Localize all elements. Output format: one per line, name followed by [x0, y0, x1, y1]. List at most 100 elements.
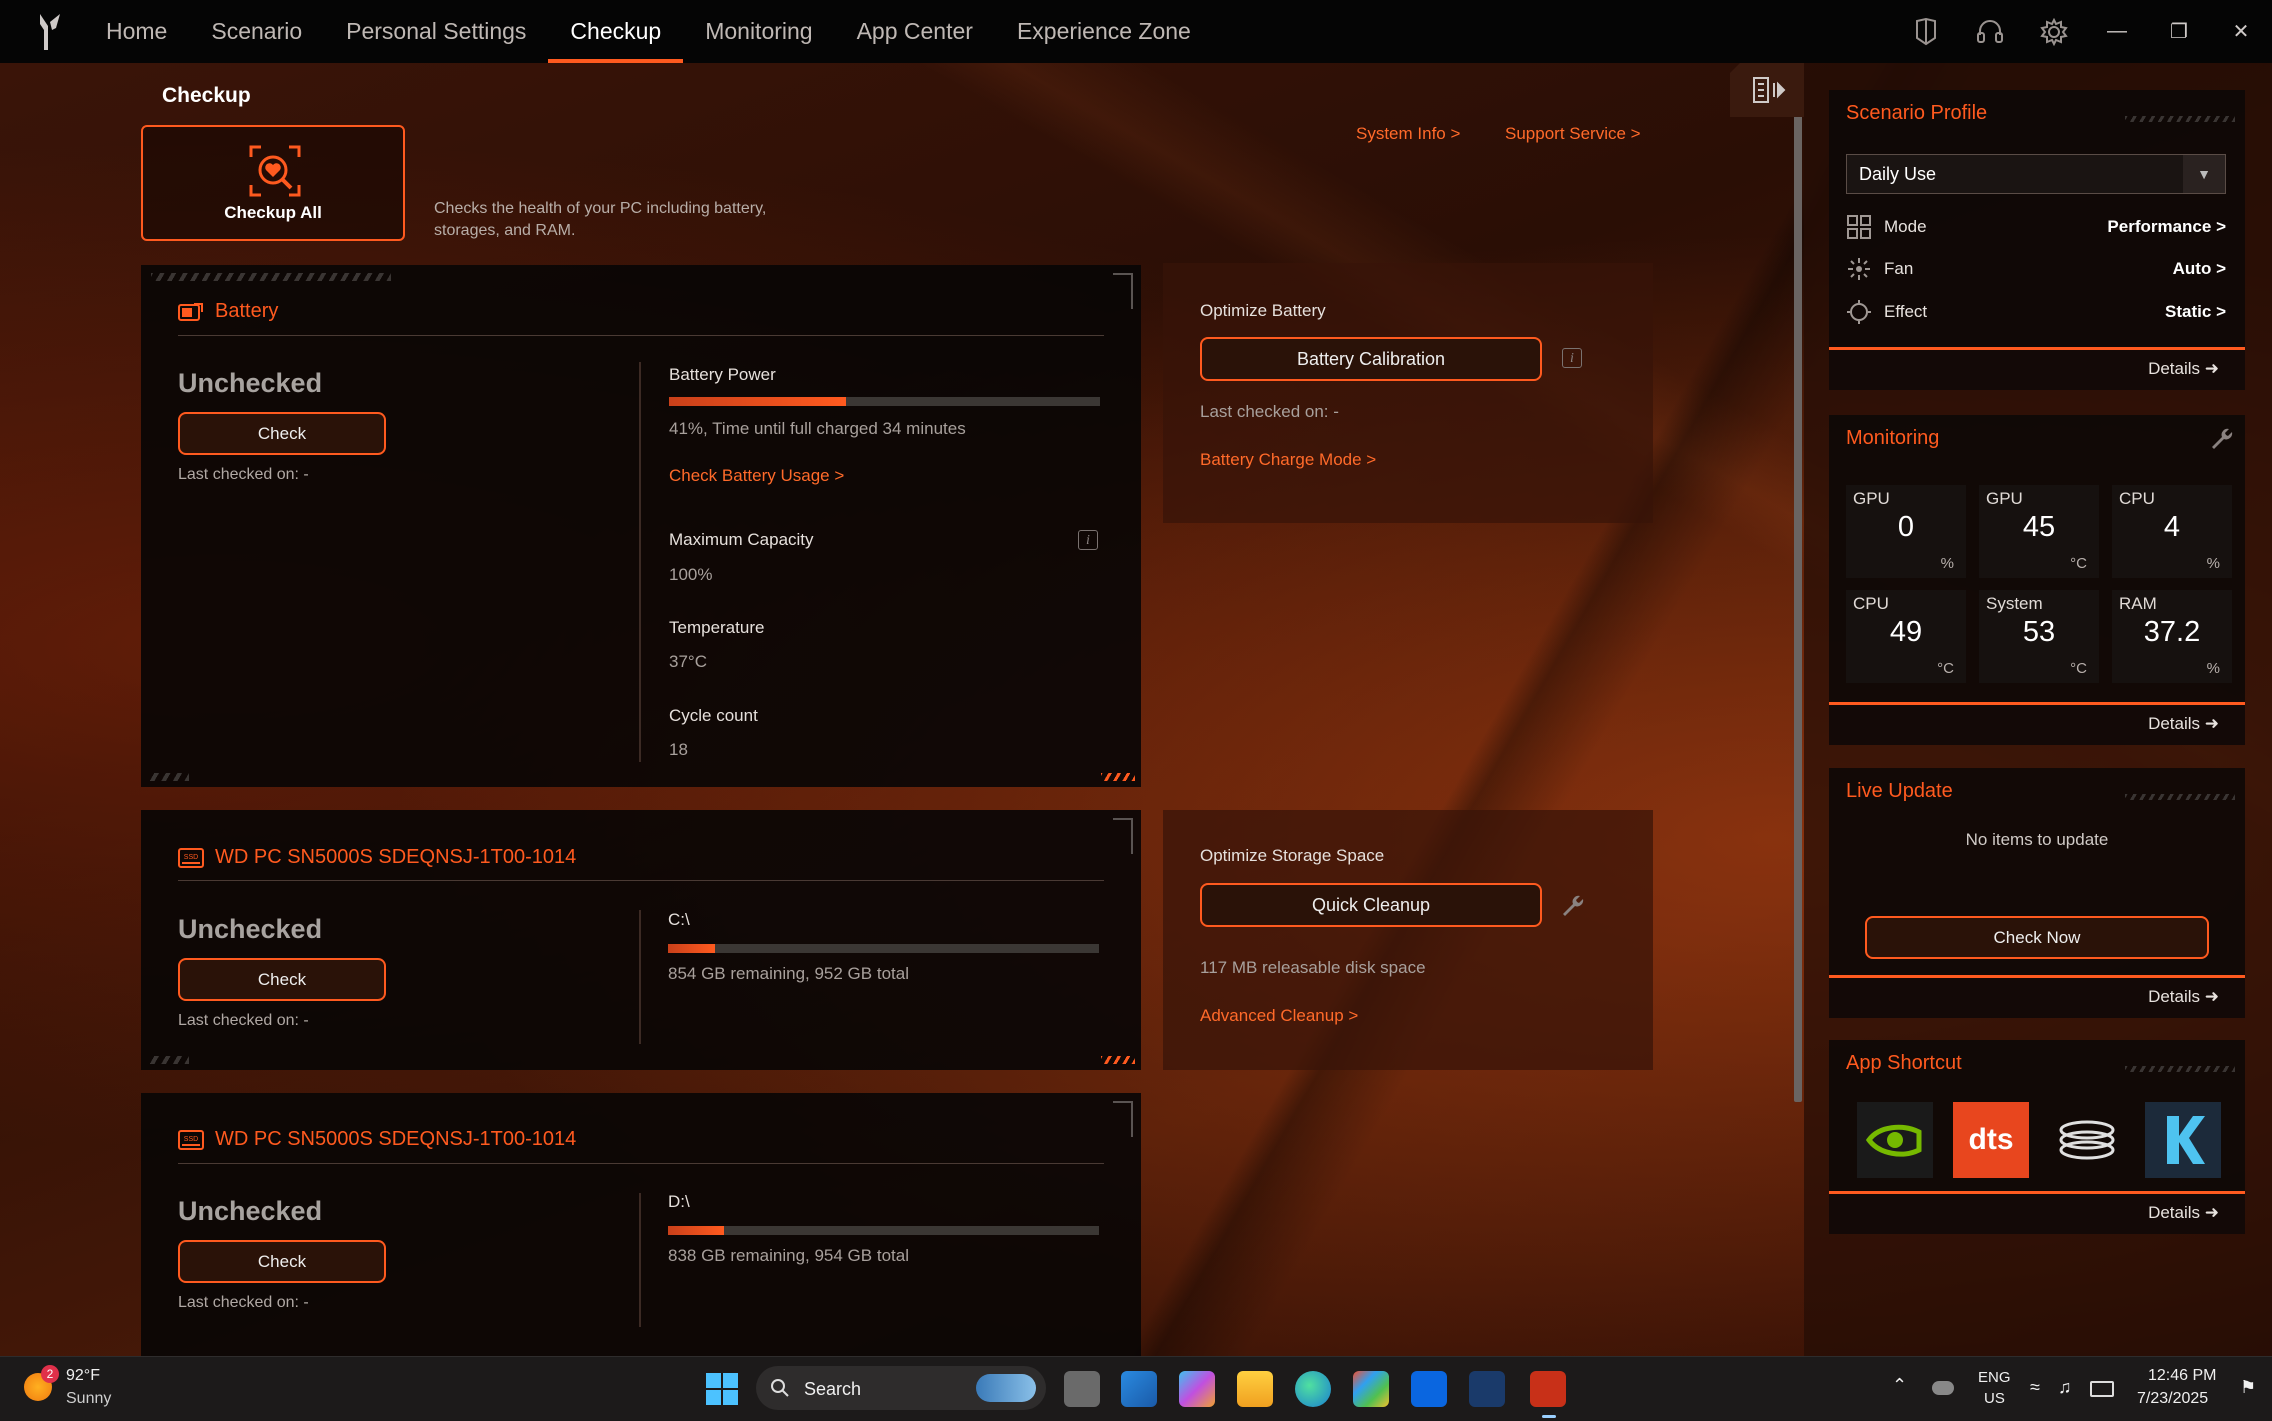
scenario-select[interactable]: Daily Use ▼ [1846, 154, 2226, 194]
language-line2[interactable]: US [1984, 1390, 2005, 1407]
check-now-button[interactable]: Check Now [1865, 916, 2209, 959]
mode-row[interactable]: Mode Performance > [1846, 212, 2226, 242]
checkup-all-button[interactable]: Checkup All [141, 125, 405, 241]
wrench-icon[interactable] [1560, 893, 1584, 917]
battery-calibration-button[interactable]: Battery Calibration [1200, 337, 1542, 381]
decor-stripe [151, 273, 391, 281]
quick-cleanup-button[interactable]: Quick Cleanup [1200, 883, 1542, 927]
optimize-battery-title: Optimize Battery [1200, 301, 1326, 320]
details-label: Details [2148, 1203, 2201, 1222]
windows-start-icon[interactable] [704, 1371, 740, 1407]
monitoring-panel: Monitoring GPU 0 % GPU 45 °C CPU 4 % CPU… [1829, 415, 2245, 745]
weather-temp[interactable]: 92°F [66, 1367, 100, 1385]
battery-last-checked: Last checked on: - [178, 466, 309, 483]
task-view-icon[interactable] [1064, 1371, 1100, 1407]
language-line1[interactable]: ENG [1978, 1369, 2011, 1386]
nav-checkup[interactable]: Checkup [548, 0, 683, 63]
nav-app-center[interactable]: App Center [835, 0, 995, 63]
nav-monitoring[interactable]: Monitoring [683, 0, 834, 63]
top-icons: — ❐ ✕ [1894, 0, 2272, 63]
dropbox-icon[interactable] [1411, 1371, 1447, 1407]
weather-text[interactable]: Sunny [66, 1390, 111, 1408]
wifi-icon[interactable]: ≈ [2030, 1377, 2040, 1398]
gear-icon[interactable] [2022, 0, 2086, 63]
tile-value: 37.2 [2143, 616, 2201, 648]
cpu-temp-tile[interactable]: CPU 49 °C [1846, 590, 1966, 683]
cloud-icon[interactable] [1932, 1381, 1954, 1395]
scrollbar[interactable] [1794, 112, 1802, 1102]
spiral-app-icon[interactable] [2049, 1102, 2125, 1178]
nav-scenario[interactable]: Scenario [189, 0, 324, 63]
max-capacity-label: Maximum Capacity [669, 530, 814, 549]
app-shortcut-title: App Shortcut [1846, 1052, 1962, 1074]
drive-c-space-text: 854 GB remaining, 952 GB total [668, 964, 909, 983]
info-icon[interactable]: i [1078, 530, 1098, 550]
gpu-temp-tile[interactable]: GPU 45 °C [1979, 485, 2099, 578]
battery-power-text: 41%, Time until full charged 34 minutes [669, 419, 966, 438]
clock-time[interactable]: 12:46 PM [2148, 1367, 2216, 1385]
info-icon[interactable]: i [1562, 348, 1582, 368]
sidebar-toggle-icon[interactable] [1730, 63, 1804, 117]
drive-d-check-button[interactable]: Check [178, 1240, 386, 1283]
monitoring-title: Monitoring [1846, 427, 1940, 449]
nav-personal-settings[interactable]: Personal Settings [324, 0, 548, 63]
support-service-link[interactable]: Support Service > [1505, 124, 1641, 144]
taskbar-search[interactable]: Search [756, 1366, 1046, 1410]
file-explorer-icon[interactable] [1237, 1371, 1273, 1407]
battery-status-icon[interactable] [2090, 1381, 2114, 1397]
ssd-icon: SSD [178, 848, 204, 868]
mode-label: Mode [1884, 217, 1927, 236]
battery-charge-mode-link[interactable]: Battery Charge Mode > [1200, 450, 1376, 470]
scenario-details-link[interactable]: Details ➜ [2148, 359, 2219, 379]
volume-icon[interactable]: ♫ [2058, 1377, 2072, 1398]
battery-check-button[interactable]: Check [178, 412, 386, 455]
tile-value: 4 [2163, 511, 2181, 543]
ram-usage-tile[interactable]: RAM 37.2 % [2112, 590, 2232, 683]
search-placeholder: Search [804, 1379, 862, 1399]
chevron-up-icon[interactable]: ⌃ [1892, 1375, 1907, 1396]
monitoring-footer: Details ➜ [1829, 702, 2245, 745]
advanced-cleanup-link[interactable]: Advanced Cleanup > [1200, 1006, 1358, 1026]
temperature-value: 37°C [669, 652, 707, 671]
app-shortcut-details-link[interactable]: Details ➜ [2148, 1203, 2219, 1223]
nav-home[interactable]: Home [84, 0, 189, 63]
system-info-link[interactable]: System Info > [1356, 124, 1460, 144]
system-temp-tile[interactable]: System 53 °C [1979, 590, 2099, 683]
drive-c-usage-bar [668, 944, 1099, 953]
copilot-icon[interactable] [1179, 1371, 1215, 1407]
wrench-icon[interactable] [2209, 426, 2233, 450]
shield-icon[interactable] [1894, 0, 1958, 63]
headset-icon[interactable] [1958, 0, 2022, 63]
nvidia-icon[interactable] [1857, 1102, 1933, 1178]
clock-date[interactable]: 7/23/2025 [2137, 1390, 2208, 1408]
fan-row[interactable]: Fan Auto > [1846, 254, 2226, 284]
monitoring-details-link[interactable]: Details ➜ [2148, 714, 2219, 734]
store-icon[interactable] [1353, 1371, 1389, 1407]
nav-experience-zone[interactable]: Experience Zone [995, 0, 1213, 63]
drive-c-check-button[interactable]: Check [178, 958, 386, 1001]
gpu-usage-tile[interactable]: GPU 0 % [1846, 485, 1966, 578]
tile-unit: °C [2070, 660, 2087, 677]
grid-icon [1847, 215, 1871, 239]
predator-logo-icon[interactable] [36, 12, 64, 52]
weather-badge: 2 [41, 1365, 59, 1383]
killer-icon[interactable] [2145, 1102, 2221, 1178]
effect-row[interactable]: Effect Static > [1846, 297, 2226, 327]
fan-value: Auto > [2172, 259, 2226, 278]
dts-icon[interactable]: dts [1953, 1102, 2029, 1178]
tile-unit: % [2206, 555, 2220, 572]
app-icon-blue[interactable] [1121, 1371, 1157, 1407]
predator-sense-icon[interactable] [1530, 1371, 1566, 1407]
main-nav: Home Scenario Personal Settings Checkup … [84, 0, 1213, 63]
minimize-icon[interactable]: — [2086, 0, 2148, 63]
restore-icon[interactable]: ❐ [2148, 0, 2210, 63]
drive-c-status: Unchecked [178, 914, 323, 944]
app-icon-shield[interactable] [1469, 1371, 1505, 1407]
check-battery-usage-link[interactable]: Check Battery Usage > [669, 466, 844, 486]
notification-bell-icon[interactable]: ⚑ [2240, 1377, 2256, 1398]
tile-value: 49 [1889, 616, 1923, 648]
close-icon[interactable]: ✕ [2210, 0, 2272, 63]
cpu-usage-tile[interactable]: CPU 4 % [2112, 485, 2232, 578]
edge-icon[interactable] [1295, 1371, 1331, 1407]
live-update-details-link[interactable]: Details ➜ [2148, 987, 2219, 1007]
